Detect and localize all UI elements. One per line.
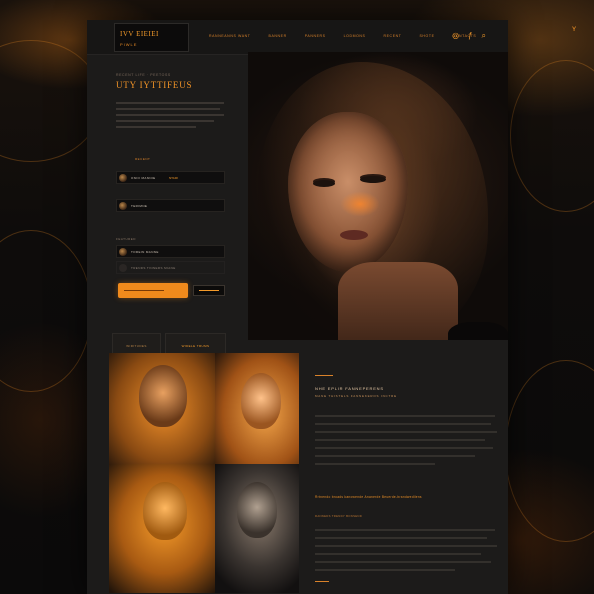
gallery-image[interactable] [215, 464, 299, 593]
nav-item[interactable]: BANNER [269, 34, 287, 38]
portrait-face [143, 482, 187, 540]
stat-label: WIRITUDES [126, 344, 147, 348]
list-item[interactable]: TOREIN MANNE [116, 245, 225, 258]
body-text-line [116, 108, 220, 110]
nav-item[interactable]: SHOTE [420, 34, 435, 38]
body-text-line [116, 102, 224, 104]
logo-title: IVV EIEIEI [120, 30, 159, 38]
portrait-top [448, 322, 508, 340]
hero-portrait-image [248, 52, 508, 340]
section-label: FEATURED [116, 237, 136, 241]
list-item-label: TRENDS TINNERS MIANE [131, 266, 176, 270]
body-text-line [116, 114, 224, 116]
portrait-neck [338, 262, 458, 340]
page-background: ʏ IVV EIEIEI PIWLE RANNEANNS WANT BANNER… [0, 0, 594, 594]
body-text-line [315, 463, 435, 465]
main-nav: RANNEANNS WANT BANNER PANNERS LODMONS RE… [209, 34, 476, 38]
body-text-line [315, 537, 487, 539]
gallery-image[interactable] [109, 464, 215, 593]
logo-subtitle: PIWLE [120, 42, 138, 47]
body-text-line [315, 439, 485, 441]
hero-text-panel: RECENT LIFE · PEETOSS UTY IYTTIFEUS RECE… [87, 54, 248, 359]
body-text-line [116, 120, 214, 122]
portrait-face [237, 482, 277, 538]
facebook-icon[interactable]: ƒ [468, 30, 472, 42]
list-item[interactable]: TERIMNE [116, 199, 225, 212]
decorative-swirl [0, 230, 92, 392]
stat-label: WIDELE TRUMS [181, 344, 210, 348]
portrait-face [139, 365, 187, 427]
article-subheading: MANE THISTELS FANNEKEROS INCTRE [315, 394, 397, 398]
site-logo[interactable]: IVV EIEIEI PIWLE [114, 23, 189, 52]
list-item-label: TOREIN MANNE [131, 250, 159, 254]
photo-gallery [109, 353, 299, 593]
list-item[interactable]: ONIO MANNIE NTAIR [116, 171, 225, 184]
list-item-label: ONIO MANNIE [131, 176, 156, 180]
body-text-line [315, 561, 491, 563]
gallery-image[interactable] [109, 353, 215, 464]
portrait-eye [360, 176, 386, 183]
section-divider [315, 375, 333, 376]
body-text-line [315, 431, 497, 433]
list-item[interactable]: TRENDS TINNERS MIANE [116, 261, 225, 274]
body-text-line [315, 415, 495, 417]
list-item-label: TERIMNE [131, 204, 148, 208]
avatar [119, 248, 127, 256]
decorative-swirl [505, 360, 594, 542]
nav-item[interactable]: PANNERS [305, 34, 326, 38]
article-meta: RANNEDS TRENDY BONSEND [315, 514, 363, 518]
website-mockup: IVV EIEIEI PIWLE RANNEANNS WANT BANNER P… [87, 20, 508, 594]
search-icon[interactable]: ⌕ [482, 30, 486, 42]
avatar [119, 202, 127, 210]
decorative-swirl [510, 60, 594, 212]
body-text-line [315, 447, 493, 449]
body-text-line [116, 126, 196, 128]
body-text-line [315, 569, 455, 571]
portrait-lips [340, 230, 368, 240]
body-text-line [315, 529, 495, 531]
hero-eyebrow: RECENT LIFE · PEETOSS [116, 73, 171, 77]
avatar [119, 174, 127, 182]
section-divider [315, 581, 329, 582]
nav-item[interactable]: LODMONS [344, 34, 366, 38]
secondary-cta-button[interactable] [193, 285, 225, 296]
article-panel: NHE EPLIR FANNEPERENS MANE THISTELS FANN… [299, 353, 508, 594]
instagram-icon[interactable]: ◎ [452, 30, 459, 42]
top-navigation-bar: IVV EIEIEI PIWLE RANNEANNS WANT BANNER P… [87, 20, 508, 55]
primary-cta-button[interactable] [118, 283, 188, 298]
portrait-eye [313, 180, 335, 187]
nav-item[interactable]: RANNEANNS WANT [209, 34, 251, 38]
list-item-tag: NTAIR [169, 176, 178, 180]
hero-title: UTY IYTTIFEUS [116, 80, 193, 90]
nav-item[interactable]: RECENT [384, 34, 402, 38]
avatar [119, 264, 127, 272]
brand-mark-icon: ʏ [572, 24, 577, 33]
article-link[interactable]: Rrtnendo broads kanowende Ananerde Beuer… [315, 495, 422, 499]
body-text-line [315, 423, 491, 425]
nav-icon-group: ◎ ƒ ⌕ [452, 30, 486, 42]
body-text-line [315, 553, 481, 555]
body-text-line [315, 455, 475, 457]
section-label: RECENT [135, 157, 151, 161]
gallery-image[interactable] [215, 353, 299, 464]
portrait-face [241, 373, 281, 429]
body-text-line [315, 545, 497, 547]
article-heading: NHE EPLIR FANNEPERENS [315, 386, 384, 391]
